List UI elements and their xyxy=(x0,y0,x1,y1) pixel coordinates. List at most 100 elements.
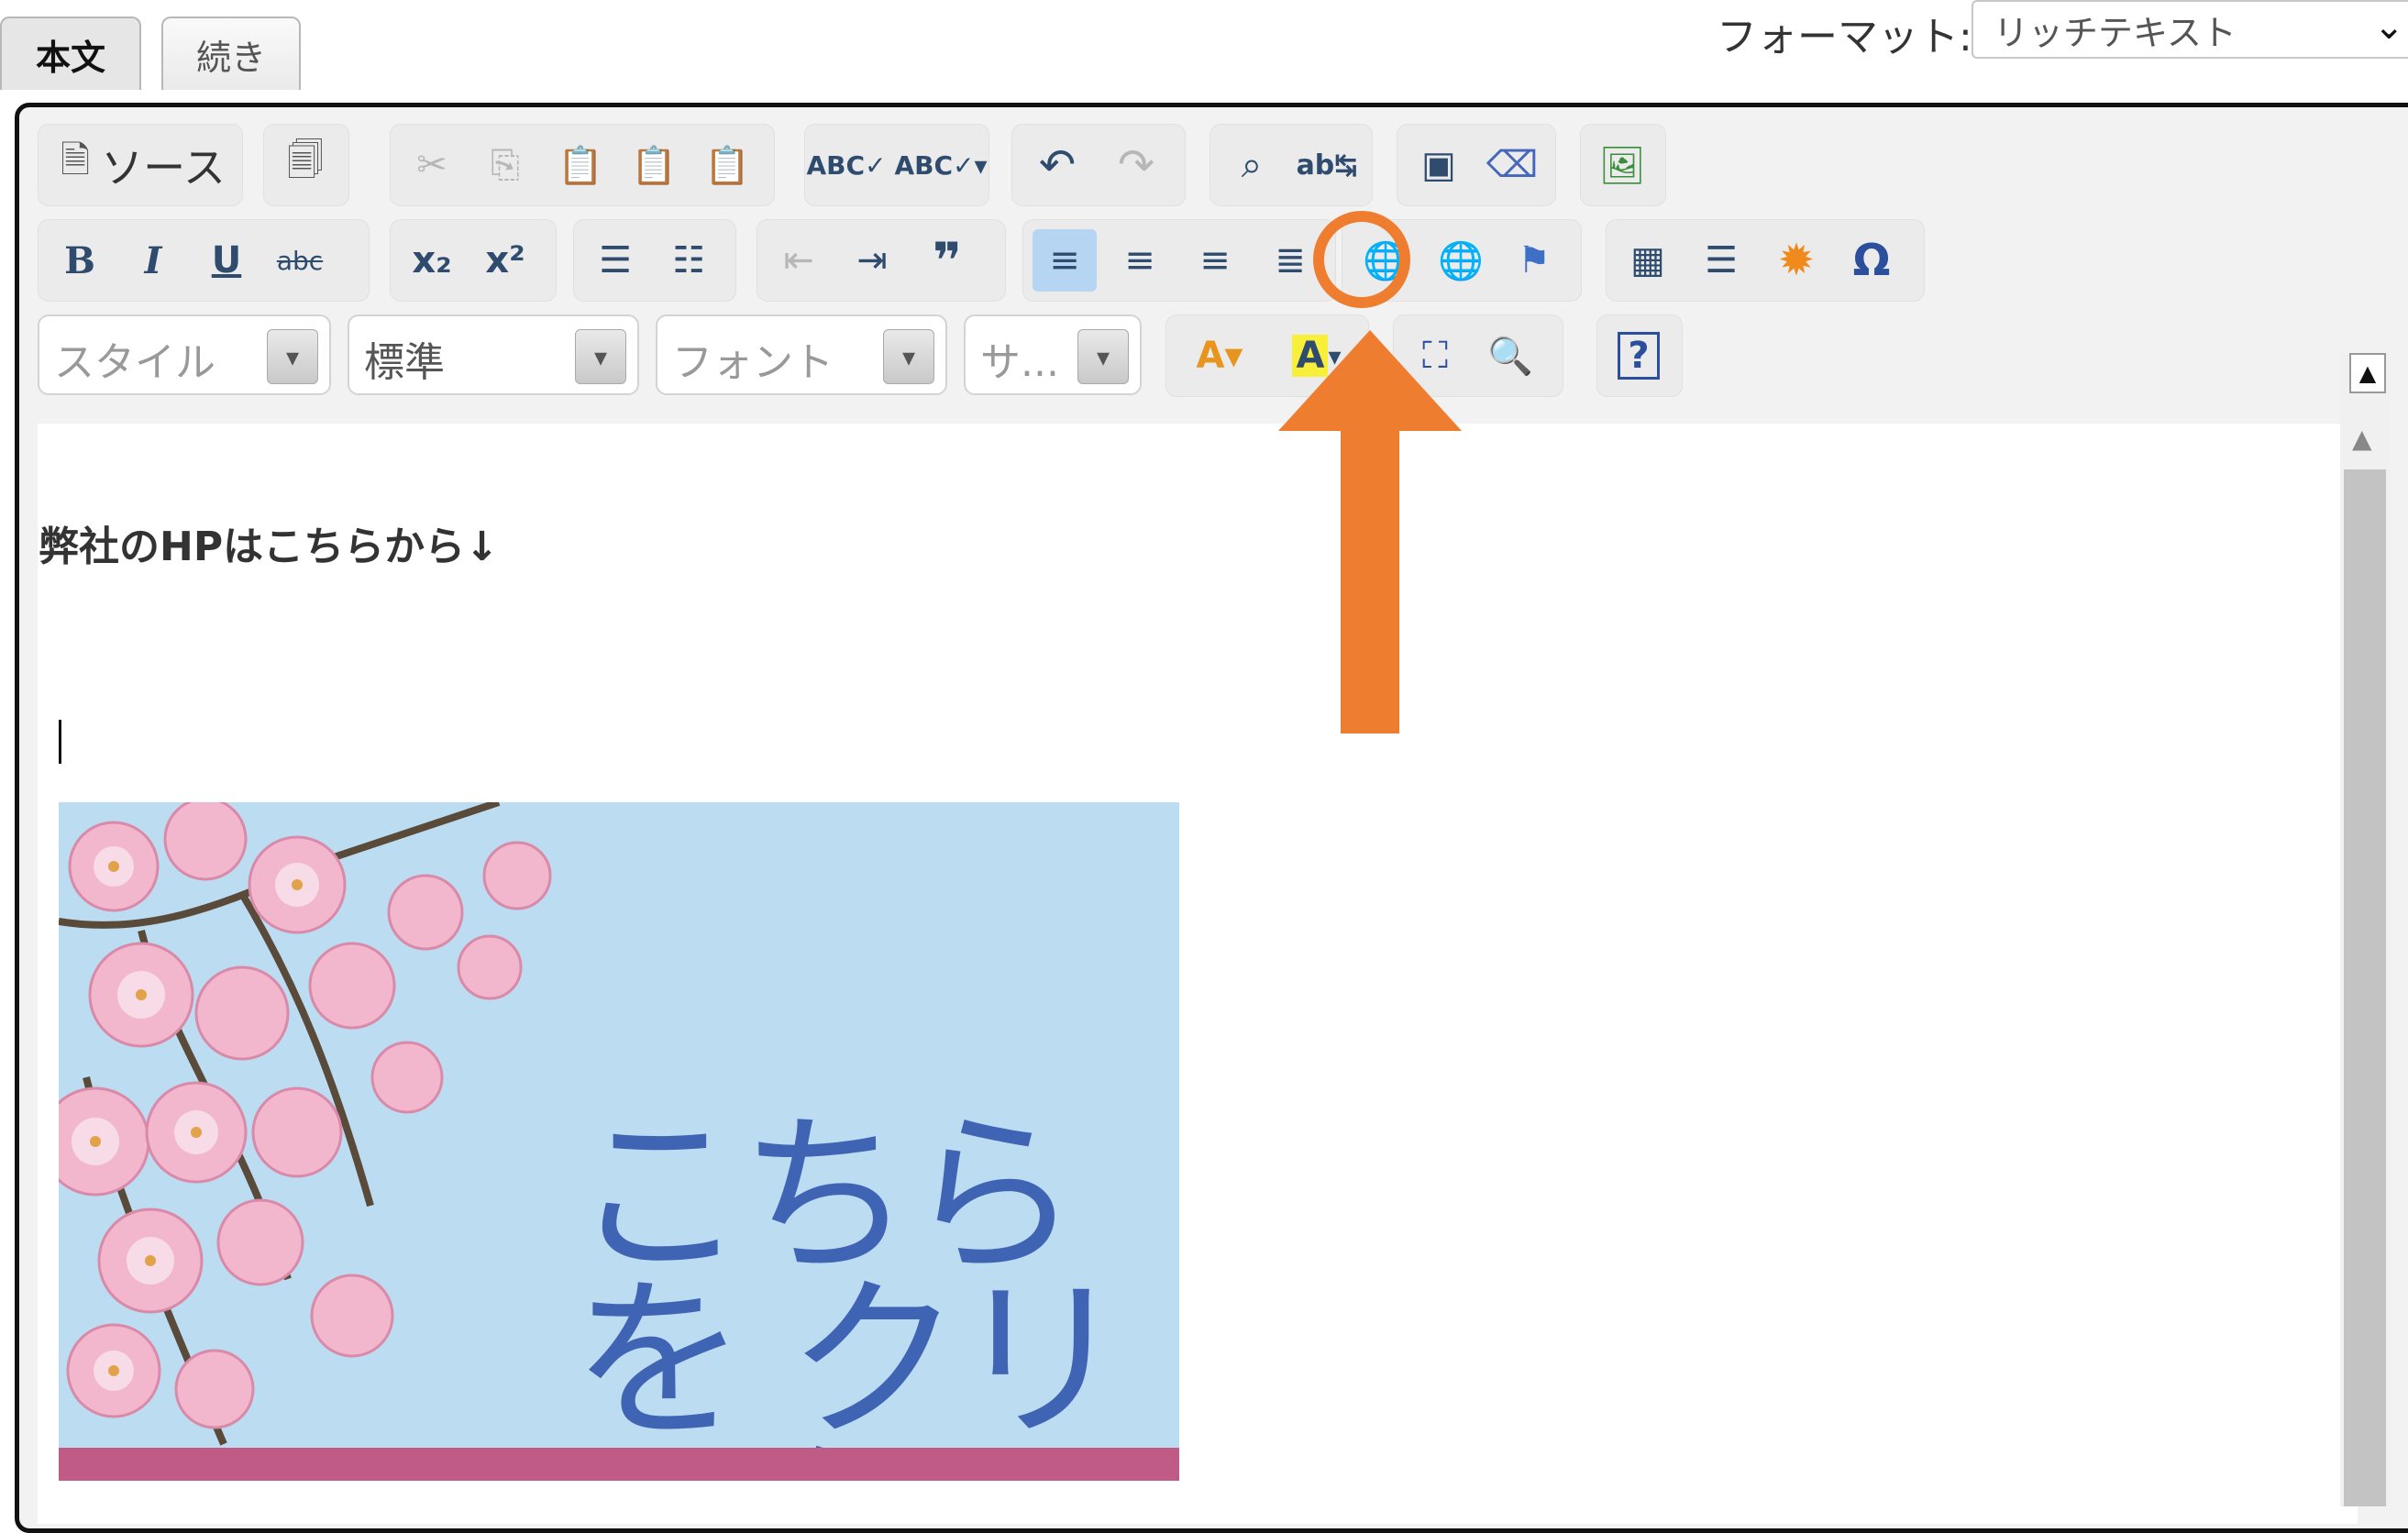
align-center-button[interactable]: ≡ xyxy=(1108,229,1172,292)
find-icon: ⌕ xyxy=(1241,144,1263,186)
table-button[interactable]: ▦ xyxy=(1616,229,1680,292)
unlink-button[interactable]: 🌐 xyxy=(1429,229,1493,292)
find-button[interactable]: ⌕ xyxy=(1220,134,1284,196)
paste-text-button[interactable]: 📋 xyxy=(622,134,686,196)
strikethrough-button[interactable]: abc xyxy=(268,229,332,292)
bulleted-list-button[interactable]: ☷ xyxy=(657,229,721,292)
paste-text-icon: 📋 xyxy=(631,144,677,187)
font-size-combo[interactable]: サ... ▾ xyxy=(964,314,1142,395)
sun-icon: ✹ xyxy=(1777,235,1816,286)
image-button[interactable]: 🖼 xyxy=(1590,134,1654,196)
paste-word-icon: 📋 xyxy=(704,144,750,187)
toolbar-group-select: ▣ ⌫ xyxy=(1397,124,1556,206)
replace-button[interactable]: ab↹ xyxy=(1295,134,1359,196)
strikethrough-icon: abc xyxy=(276,245,324,276)
paragraph-format-combo[interactable]: 標準 ▾ xyxy=(348,314,639,395)
align-center-icon: ≡ xyxy=(1124,239,1155,281)
bold-button[interactable]: B xyxy=(48,229,112,292)
image-icon: 🖼 xyxy=(1598,144,1646,187)
subscript-icon: x₂ xyxy=(412,239,452,281)
toolbar-group-template: 🗐 xyxy=(263,124,349,206)
numbered-list-button[interactable]: ☰ xyxy=(583,229,647,292)
preview-icon: 🔍 xyxy=(1487,335,1533,378)
copy-button[interactable]: ⎘ xyxy=(473,134,537,196)
spellcheck-dropdown-icon: ABC✓▾ xyxy=(894,149,988,181)
align-justify-icon: ≣ xyxy=(1275,239,1306,281)
select-all-icon: ▣ xyxy=(1421,144,1456,186)
style-combo-label: スタイル xyxy=(54,339,215,386)
tab-main-text[interactable]: 本文 xyxy=(0,17,141,90)
triangle-up-icon: ▲ xyxy=(2358,360,2377,386)
tab-continued[interactable]: 続き xyxy=(161,17,301,90)
indent-button[interactable]: ⇥ xyxy=(840,229,904,292)
toolbar-group-indent: ⇤ ⇥ ❞ xyxy=(757,219,1006,302)
font-combo-label: フォント xyxy=(672,339,834,386)
superscript-icon: x² xyxy=(485,239,525,281)
toolbar-group-media: 🖼 xyxy=(1580,124,1666,206)
toolbar-group-help: ? xyxy=(1596,314,1683,397)
spellcheck-icon: ABC✓ xyxy=(806,149,887,181)
spellcheck-button[interactable]: ABC✓ xyxy=(806,134,886,196)
copy-icon: ⎘ xyxy=(491,144,520,186)
source-button[interactable]: 🗎 ソース xyxy=(46,134,235,196)
font-combo[interactable]: フォント ▾ xyxy=(656,314,947,395)
chevron-down-icon: ▾ xyxy=(575,329,626,384)
help-button[interactable]: ? xyxy=(1607,325,1671,387)
toolbar-group-align: ≡ ≡ ≡ ≣ xyxy=(1022,219,1336,302)
cut-icon: ✂ xyxy=(416,144,447,186)
toolbar-group-history: ↶ ↷ xyxy=(1011,124,1186,206)
style-combo[interactable]: スタイル ▾ xyxy=(38,314,331,395)
click-here-banner-image[interactable]: こちらを クリック xyxy=(59,802,1179,1481)
undo-button[interactable]: ↶ xyxy=(1025,134,1089,196)
blockquote-icon: ❞ xyxy=(933,231,962,290)
outdent-button[interactable]: ⇤ xyxy=(767,229,831,292)
text-color-button[interactable]: A▾ xyxy=(1174,325,1265,387)
blockquote-button[interactable]: ❞ xyxy=(915,229,979,292)
format-label: フォーマット: xyxy=(1717,14,1972,61)
chevron-down-icon: ▾ xyxy=(1077,329,1129,384)
align-left-icon: ≡ xyxy=(1049,239,1080,281)
outdent-icon: ⇤ xyxy=(783,239,814,281)
content-heading: 弊社のHPはこちらから↓ xyxy=(39,524,499,570)
special-char-button[interactable]: Ω xyxy=(1839,229,1904,292)
align-right-button[interactable]: ≡ xyxy=(1183,229,1247,292)
align-left-button[interactable]: ≡ xyxy=(1033,229,1097,292)
chevron-down-icon: ⌄ xyxy=(2373,6,2404,48)
chevron-down-icon: ▾ xyxy=(267,329,318,384)
select-all-button[interactable]: ▣ xyxy=(1407,134,1471,196)
toolbar-group-basicstyles: B I U abc xyxy=(38,219,370,302)
paste-word-button[interactable]: 📋 xyxy=(695,134,759,196)
cut-button[interactable]: ✂ xyxy=(400,134,464,196)
horizontal-rule-button[interactable]: ☰ xyxy=(1689,229,1753,292)
anchor-button[interactable]: ⚑ xyxy=(1502,229,1566,292)
scroll-up-button[interactable]: ▲ xyxy=(2349,353,2386,393)
scrollbar-thumb[interactable] xyxy=(2344,469,2386,1506)
table-icon: ▦ xyxy=(1630,239,1665,281)
scroll-up-arrow-icon[interactable]: ▲ xyxy=(2352,424,2372,454)
remove-format-button[interactable]: ⌫ xyxy=(1480,134,1544,196)
spellcheck-dropdown-button[interactable]: ABC✓▾ xyxy=(894,134,988,196)
format-select[interactable]: リッチテキスト ⌄ xyxy=(1972,0,2408,59)
superscript-button[interactable]: x² xyxy=(473,229,537,292)
source-icon: 🗎 xyxy=(61,139,91,182)
text-cursor xyxy=(59,720,61,764)
italic-button[interactable]: I xyxy=(121,229,185,292)
text-color-icon: A▾ xyxy=(1196,335,1243,377)
underline-button[interactable]: U xyxy=(194,229,259,292)
bold-icon: B xyxy=(64,238,95,282)
redo-button[interactable]: ↷ xyxy=(1104,134,1168,196)
source-label: ソース xyxy=(101,143,226,193)
paste-button[interactable]: 📋 xyxy=(548,134,613,196)
format-select-value: リッチテキスト xyxy=(1994,12,2237,53)
template-button[interactable]: 🗐 xyxy=(273,134,337,196)
smiley-button[interactable]: ✹ xyxy=(1764,229,1828,292)
up-arrow-annotation xyxy=(1278,330,1462,733)
tab-bar: 本文 続き フォーマット: リッチテキスト ⌄ xyxy=(0,0,2408,92)
subscript-button[interactable]: x₂ xyxy=(400,229,464,292)
show-blocks-button[interactable]: 🔍 xyxy=(1478,325,1542,387)
paragraph-format-label: 標準 xyxy=(364,339,445,386)
help-icon: ? xyxy=(1618,332,1660,380)
anchor-flag-icon: ⚑ xyxy=(1518,239,1551,281)
toolbar-group-lists: ☰ ☷ xyxy=(573,219,736,302)
toolbar-group-spellcheck: ABC✓ ABC✓▾ xyxy=(804,124,989,206)
